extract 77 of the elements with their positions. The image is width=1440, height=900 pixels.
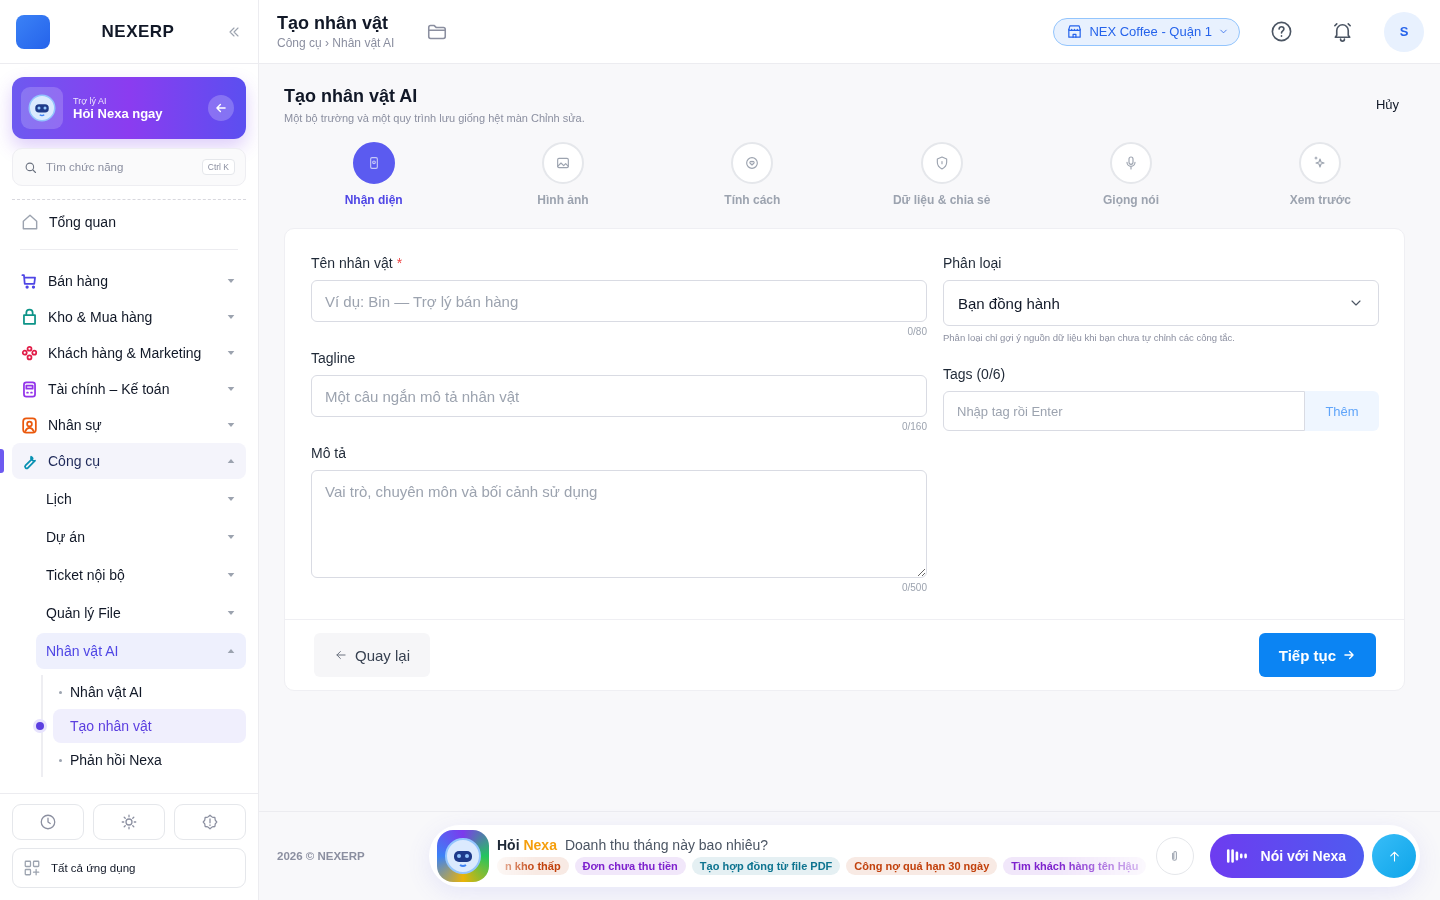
shortcut-hint: Ctrl K: [201, 159, 235, 175]
microphone-icon: [1123, 155, 1139, 171]
name-field[interactable]: Ví dụ: Bin — Trợ lý bán hàng: [311, 280, 927, 322]
bullet-dot: [59, 691, 62, 694]
nav-item[interactable]: Nhân vật AI: [53, 675, 246, 709]
assistant-prompt-label: Hỏi Nexa: [497, 837, 557, 853]
active-dot: [36, 722, 44, 730]
nav-item[interactable]: Tổng quan: [12, 204, 246, 240]
nav-item[interactable]: Tài chính – Kế toán: [12, 371, 246, 407]
image-icon: [555, 155, 571, 171]
suggestion-chip[interactable]: Tạo hợp đồng từ file PDF: [691, 857, 841, 875]
assistant-title: Hỏi Nexa ngay: [73, 105, 164, 121]
page-title: Tạo nhân vật: [277, 13, 389, 34]
nav-item[interactable]: Bán hàng: [12, 263, 246, 299]
form-subtitle: Một bộ trường và một quy trình lưu giống hệt màn Chỉnh sửa.: [284, 112, 585, 124]
suggestion-chip[interactable]: n kho thấp: [497, 857, 569, 875]
character-counter: 0/80: [906, 326, 927, 337]
field-label: Tags (0/6): [943, 366, 1007, 382]
field-hint: Phân loại chỉ gợi ý nguồn dữ liệu khi bạn chưa tự chỉnh các công tắc.: [943, 332, 1236, 343]
nav-item[interactable]: Kho & Mua hàng: [12, 299, 246, 335]
history-button[interactable]: [12, 804, 84, 840]
suggestion-chip[interactable]: Đơn chưa thu tiền: [574, 857, 686, 875]
alert-icon: [201, 813, 219, 831]
breadcrumb: Công cụ › Nhân vật AI: [277, 36, 395, 50]
store-icon: [1066, 23, 1084, 40]
user-avatar[interactable]: S: [1384, 11, 1424, 52]
robot-avatar-icon: [27, 93, 57, 123]
description-field[interactable]: Vai trò, chuyên môn và bối cảnh sử dụng: [311, 470, 927, 578]
home-icon: [20, 212, 40, 232]
send-button[interactable]: [1372, 834, 1416, 878]
assistant-label: Trợ lý AI: [73, 95, 108, 106]
tag-field[interactable]: Nhập tag rồi Enter: [943, 391, 1305, 431]
sun-icon: [120, 813, 138, 831]
search-field[interactable]: Tìm chức năng Ctrl K: [12, 148, 246, 186]
nav-item[interactable]: Khách hàng & Marketing: [12, 335, 246, 371]
branch-selector[interactable]: NEX Coffee - Quận 1: [1053, 17, 1240, 46]
continue-button[interactable]: Tiếp tục: [1258, 633, 1376, 677]
prompt-text: Doanh thu tháng này bao nhiêu?: [564, 837, 769, 853]
copyright-text: 2026 © NEXERP: [277, 850, 366, 862]
active-indicator: [0, 449, 4, 473]
apps-grid-icon: [23, 859, 41, 877]
arrow-left-icon: [334, 648, 348, 662]
all-apps-button[interactable]: Tất cả ứng dụng: [12, 848, 246, 888]
nav-item[interactable]: Lịch: [36, 481, 246, 517]
field-label: Mô tả: [311, 445, 347, 461]
step-tab[interactable]: Nhận diện: [279, 142, 469, 207]
app-logo[interactable]: [16, 14, 50, 49]
robot-avatar-icon: [443, 836, 483, 876]
field-label: Tên nhân vật *: [311, 255, 404, 271]
field-label: Tagline: [311, 350, 357, 366]
character-counter: 0/160: [900, 421, 927, 432]
category-dropdown[interactable]: Bạn đồng hành: [943, 280, 1379, 326]
nav-item[interactable]: Ticket nội bộ: [36, 557, 246, 593]
nav-item[interactable]: Nhân vật AI: [36, 633, 246, 669]
form-title: Tạo nhân vật AI: [284, 86, 419, 107]
clock-icon: [39, 813, 57, 831]
brand-name: NEXERP: [100, 21, 176, 42]
alert-button[interactable]: [174, 804, 246, 840]
arrow-right-icon: [1342, 648, 1356, 662]
nav-item[interactable]: Quản lý File: [36, 595, 246, 631]
arrow-left-icon: [214, 101, 228, 115]
suggestion-chip[interactable]: Công nợ quá hạn 30 ngày: [846, 857, 998, 875]
cancel-link[interactable]: Hủy: [1369, 96, 1405, 113]
attach-button[interactable]: [1155, 837, 1194, 875]
character-counter: 0/500: [900, 582, 927, 593]
nav-item[interactable]: Phản hồi Nexa: [53, 743, 246, 777]
field-label: Phân loại: [943, 255, 1003, 271]
back-button[interactable]: Quay lại: [314, 633, 431, 677]
nav-item[interactable]: Dự án: [36, 519, 246, 555]
ai-assistant-card[interactable]: Trợ lý AI Hỏi Nexa ngay: [12, 77, 246, 139]
help-icon: [1269, 20, 1293, 43]
tagline-field[interactable]: Một câu ngắn mô tả nhân vật: [311, 375, 927, 417]
bullet-dot: [59, 759, 62, 762]
voice-button[interactable]: Nói với Nexa: [1209, 834, 1364, 878]
nav-item[interactable]: Nhân sự: [12, 407, 246, 443]
theme-button[interactable]: [93, 804, 165, 840]
suggestion-chip[interactable]: Tìm khách hàng tên Hậu: [1003, 857, 1147, 875]
